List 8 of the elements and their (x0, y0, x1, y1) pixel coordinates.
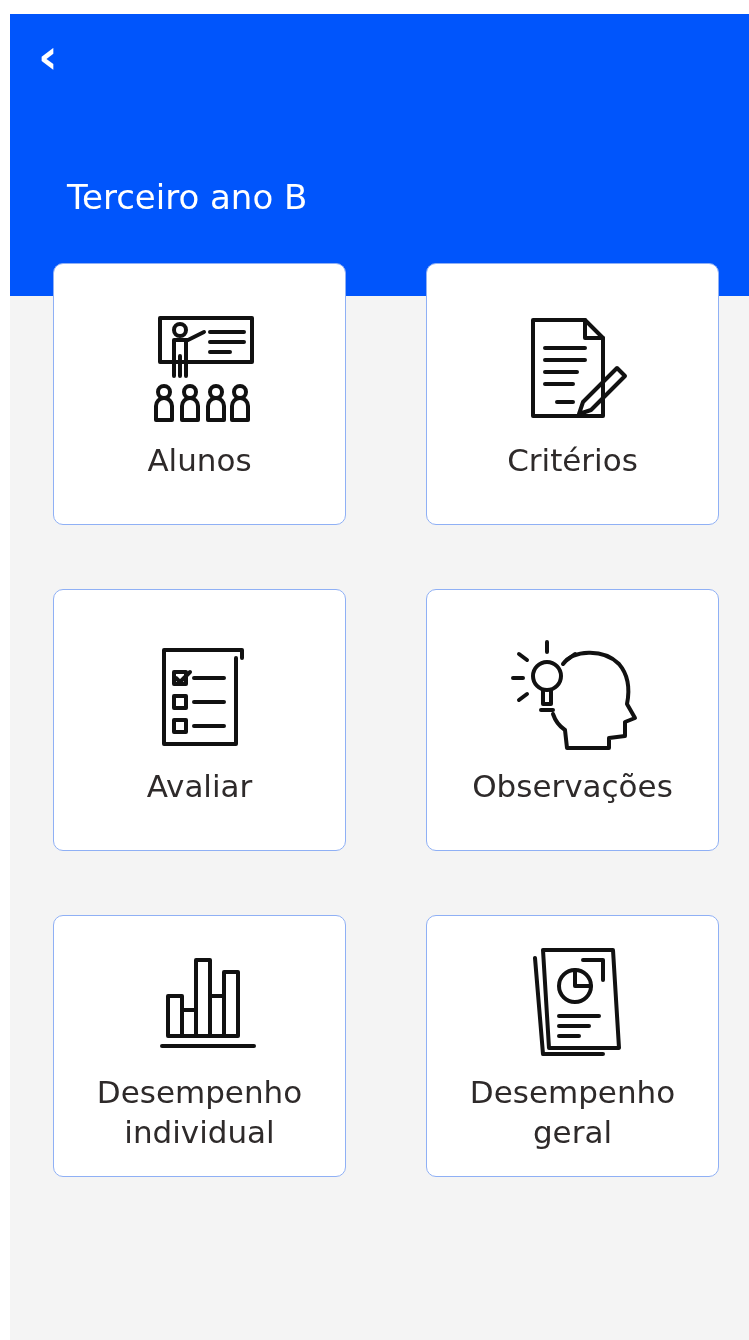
menu-tile[interactable]: Avaliar (53, 589, 346, 851)
page-title: Terceiro ano B (67, 177, 309, 217)
menu-tile[interactable]: Alunos (53, 263, 346, 525)
menu-tile[interactable]: Desempenho geral (426, 915, 719, 1177)
menu-tile[interactable]: Observações (426, 589, 719, 851)
menu-tile[interactable]: Desempenho individual (53, 915, 346, 1177)
menu-tile[interactable]: Critérios (426, 263, 719, 525)
back-button[interactable]: ‹ (38, 36, 58, 76)
